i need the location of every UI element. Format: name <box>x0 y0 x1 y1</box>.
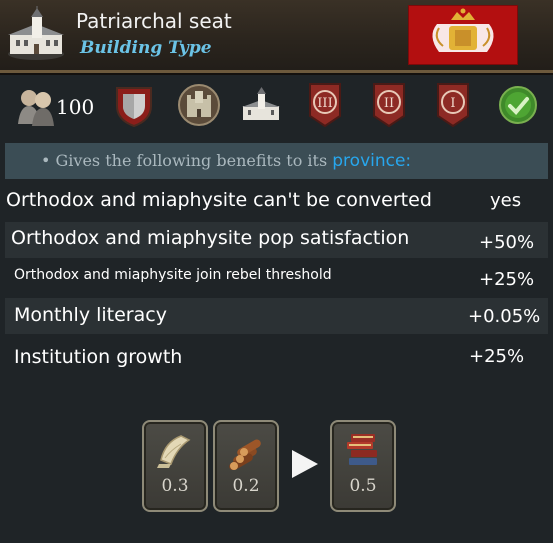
benefit-label: Institution growth <box>14 346 183 368</box>
patriarchate-coat-of-arms-icon <box>408 5 518 65</box>
benefit-label: Monthly literacy <box>14 304 167 326</box>
input-goods-value: 0.3 <box>161 476 189 496</box>
tooltip-header: Patriarchal seat Building Type <box>0 0 553 73</box>
wood-logs-goods-icon <box>229 439 261 470</box>
benefit-label: Orthodox and miaphysite join rebel thres… <box>14 267 332 283</box>
clergy-cost-value: 100 <box>56 95 95 119</box>
benefit-value: +50% <box>479 232 535 253</box>
paper-goods-icon <box>157 435 191 468</box>
roman-numeral-three-banner-icon: III <box>309 83 341 128</box>
benefit-row: Orthodox and miaphysite can't be convert… <box>0 182 553 218</box>
building-type-label: Building Type <box>80 38 212 58</box>
input-goods-value: 0.2 <box>232 476 260 496</box>
output-goods-value: 0.5 <box>349 476 377 496</box>
stone-fortress-icon <box>178 84 220 126</box>
green-checkmark-icon <box>499 86 537 124</box>
benefit-row: Orthodox and miaphysite join rebel thres… <box>0 260 553 296</box>
benefit-label: Orthodox and miaphysite can't be convert… <box>6 189 432 211</box>
benefits-intro-bar: • Gives the following benefits to its pr… <box>5 143 548 179</box>
benefit-value: +25% <box>479 269 535 290</box>
roman-numeral-two-banner-icon: II <box>373 83 405 128</box>
benefit-row: Monthly literacy +0.05% <box>5 298 548 334</box>
province-link[interactable]: province: <box>332 151 411 171</box>
benefits-intro-text: • Gives the following benefits to its <box>41 151 328 170</box>
benefit-row: Institution growth +25% <box>0 340 553 376</box>
input-goods-wood[interactable]: 0.2 <box>213 420 279 512</box>
roman-numeral-one-banner-icon: I <box>437 83 469 128</box>
shield-icon <box>116 87 152 128</box>
books-goods-icon <box>347 434 377 465</box>
benefit-row: Orthodox and miaphysite pop satisfaction… <box>5 222 548 258</box>
svg-text:III: III <box>317 96 332 111</box>
benefit-value: +0.05% <box>468 306 541 327</box>
benefit-value: +25% <box>469 346 525 367</box>
benefit-value: yes <box>490 190 522 211</box>
monastery-building-icon <box>8 6 64 60</box>
output-goods-books[interactable]: 0.5 <box>330 420 396 512</box>
svg-text:I: I <box>450 96 455 111</box>
input-goods-paper[interactable]: 0.3 <box>142 420 208 512</box>
monastery-building-icon <box>242 87 280 120</box>
clergy-pop-icon <box>18 90 54 126</box>
arrow-right-icon <box>292 450 318 478</box>
building-title: Patriarchal seat <box>76 9 232 33</box>
svg-text:II: II <box>384 96 394 111</box>
benefit-label: Orthodox and miaphysite pop satisfaction <box>11 227 410 249</box>
